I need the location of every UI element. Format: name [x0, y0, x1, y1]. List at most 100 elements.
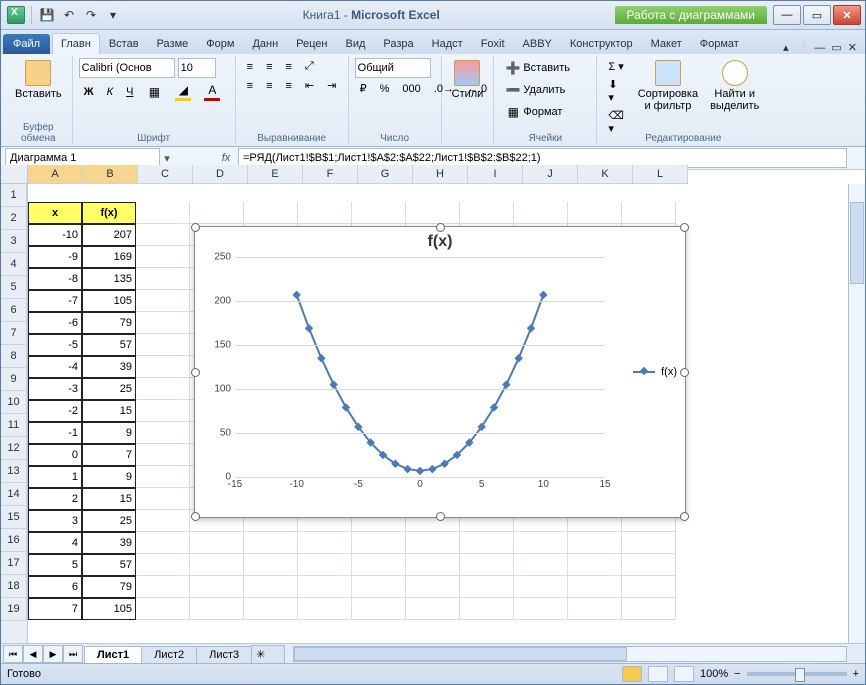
cell-D1[interactable]	[190, 202, 244, 224]
cell-G17[interactable]	[352, 554, 406, 576]
zoom-in-button[interactable]: +	[853, 668, 859, 680]
bold-button[interactable]: Ж	[79, 84, 99, 100]
row-header-3[interactable]: 3	[1, 230, 27, 253]
help-icon[interactable]: ❔	[795, 41, 809, 54]
doc-close-icon[interactable]: ✕	[848, 41, 857, 54]
row-header-13[interactable]: 13	[1, 460, 27, 483]
row-header-6[interactable]: 6	[1, 299, 27, 322]
indent-dec-button[interactable]: ⇤	[300, 77, 319, 94]
indent-inc-button[interactable]: ⇥	[322, 77, 341, 94]
cell-A12[interactable]: 0	[28, 444, 82, 466]
sheet-tab-1[interactable]: Лист1	[84, 646, 142, 663]
col-header-K[interactable]: K	[578, 165, 633, 184]
cell-B8[interactable]: 39	[82, 356, 136, 378]
cell-B7[interactable]: 57	[82, 334, 136, 356]
font-size-select[interactable]	[178, 58, 216, 78]
row-header-12[interactable]: 12	[1, 437, 27, 460]
minimize-button[interactable]: —	[773, 5, 801, 25]
border-button[interactable]: ▦	[141, 82, 167, 102]
cell-A9[interactable]: -3	[28, 378, 82, 400]
save-button[interactable]: 💾	[38, 6, 56, 24]
cell-B3[interactable]: 169	[82, 246, 136, 268]
row-header-15[interactable]: 15	[1, 506, 27, 529]
cell-A16[interactable]: 4	[28, 532, 82, 554]
cell-A14[interactable]: 2	[28, 488, 82, 510]
tab-foxit[interactable]: Foxit	[472, 33, 514, 54]
name-box-dropdown[interactable]: ▾	[160, 152, 174, 165]
tab-chart-design[interactable]: Конструктор	[561, 33, 642, 54]
cell-F18[interactable]	[298, 576, 352, 598]
sheet-nav-first[interactable]: ⏮	[3, 645, 23, 663]
cell-F16[interactable]	[298, 532, 352, 554]
cell-C17[interactable]	[136, 554, 190, 576]
cell-C11[interactable]	[136, 422, 190, 444]
cell-C18[interactable]	[136, 576, 190, 598]
cell-C16[interactable]	[136, 532, 190, 554]
cell-C13[interactable]	[136, 466, 190, 488]
cell-C7[interactable]	[136, 334, 190, 356]
row-header-18[interactable]: 18	[1, 575, 27, 598]
percent-button[interactable]: %	[375, 81, 395, 97]
row-header-2[interactable]: 2	[1, 207, 27, 230]
cell-B9[interactable]: 25	[82, 378, 136, 400]
cell-A15[interactable]: 3	[28, 510, 82, 532]
row-header-14[interactable]: 14	[1, 483, 27, 506]
cell-C8[interactable]	[136, 356, 190, 378]
cell-B12[interactable]: 7	[82, 444, 136, 466]
cell-A11[interactable]: -1	[28, 422, 82, 444]
cell-B2[interactable]: 207	[82, 224, 136, 246]
redo-button[interactable]: ↷	[82, 6, 100, 24]
col-header-A[interactable]: A	[28, 165, 83, 184]
doc-minimize-icon[interactable]: —	[814, 42, 825, 54]
cell-A8[interactable]: -4	[28, 356, 82, 378]
cell-D19[interactable]	[190, 598, 244, 620]
currency-button[interactable]: ₽	[355, 80, 372, 97]
cell-I18[interactable]	[460, 576, 514, 598]
cell-A19[interactable]: 7	[28, 598, 82, 620]
row-header-9[interactable]: 9	[1, 368, 27, 391]
cells-delete-button[interactable]: ➖Удалить	[500, 80, 590, 100]
cell-B1[interactable]: f(x)	[82, 202, 136, 224]
row-header-19[interactable]: 19	[1, 598, 27, 621]
cell-I1[interactable]	[460, 202, 514, 224]
cell-E16[interactable]	[244, 532, 298, 554]
view-page-break-button[interactable]	[674, 666, 694, 682]
cell-H17[interactable]	[406, 554, 460, 576]
cell-E1[interactable]	[244, 202, 298, 224]
cell-L17[interactable]	[622, 554, 676, 576]
cell-C9[interactable]	[136, 378, 190, 400]
cell-A13[interactable]: 1	[28, 466, 82, 488]
chart-plot-area[interactable]: 050100150200250 -15-10-5051015	[235, 257, 605, 477]
tab-developer[interactable]: Разра	[374, 33, 422, 54]
tab-abbyy[interactable]: ABBY	[514, 33, 561, 54]
cell-H18[interactable]	[406, 576, 460, 598]
cell-L19[interactable]	[622, 598, 676, 620]
cell-B4[interactable]: 135	[82, 268, 136, 290]
cell-A10[interactable]: -2	[28, 400, 82, 422]
col-header-I[interactable]: I	[468, 165, 523, 184]
paste-button[interactable]: Вставить	[11, 58, 66, 102]
cell-F1[interactable]	[298, 202, 352, 224]
cell-C14[interactable]	[136, 488, 190, 510]
cell-A6[interactable]: -6	[28, 312, 82, 334]
row-header-17[interactable]: 17	[1, 552, 27, 575]
tab-view[interactable]: Вид	[337, 33, 375, 54]
col-header-C[interactable]: C	[138, 165, 193, 184]
horizontal-scrollbar[interactable]	[293, 646, 847, 662]
tab-data[interactable]: Данн	[243, 33, 287, 54]
cell-J1[interactable]	[514, 202, 568, 224]
zoom-slider[interactable]	[747, 672, 847, 676]
embedded-chart[interactable]: f(x) 050100150200250 -15-10-5051015 f(x)	[194, 226, 686, 518]
cell-D16[interactable]	[190, 532, 244, 554]
row-header-8[interactable]: 8	[1, 345, 27, 368]
chart-series[interactable]	[235, 257, 605, 477]
cell-A4[interactable]: -8	[28, 268, 82, 290]
cell-K16[interactable]	[568, 532, 622, 554]
cell-B18[interactable]: 79	[82, 576, 136, 598]
zoom-level[interactable]: 100%	[700, 668, 728, 680]
cell-J16[interactable]	[514, 532, 568, 554]
col-header-F[interactable]: F	[303, 165, 358, 184]
number-format-select[interactable]	[355, 58, 431, 78]
cell-G18[interactable]	[352, 576, 406, 598]
cell-L16[interactable]	[622, 532, 676, 554]
